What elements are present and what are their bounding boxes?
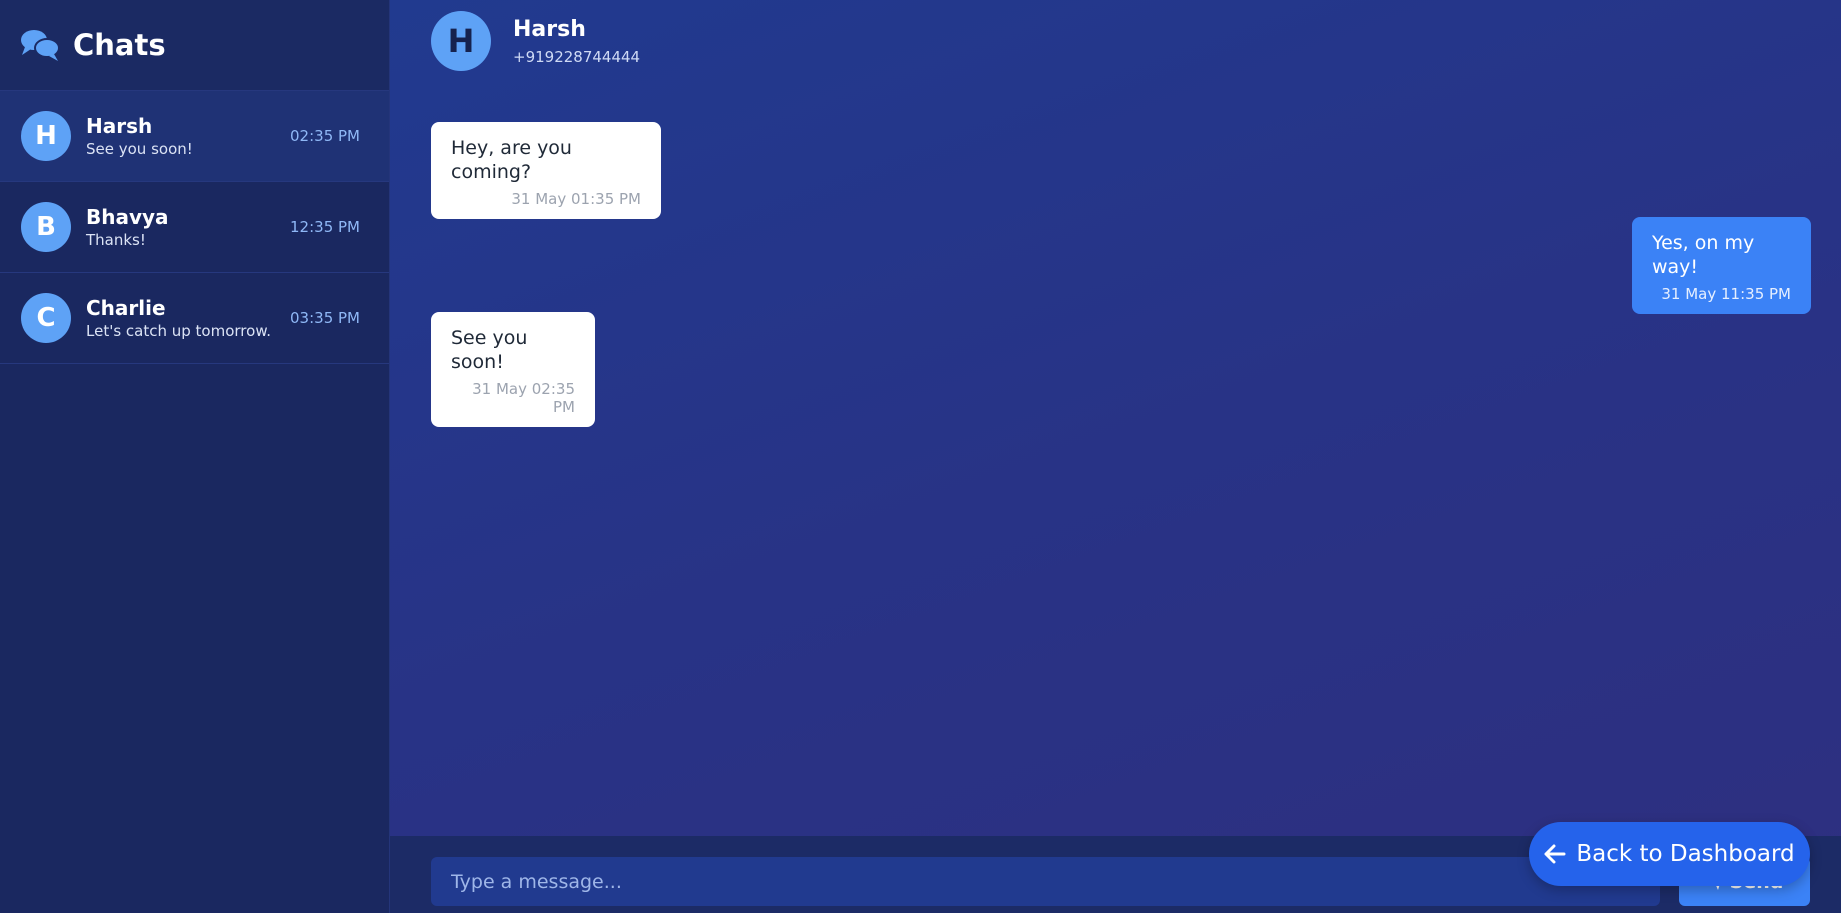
chat-info: Charlie Let's catch up tomorrow.: [86, 296, 290, 340]
chat-name: Harsh: [86, 114, 153, 138]
message-time: 31 May 02:35 PM: [472, 380, 575, 416]
sidebar-title: Chats: [73, 28, 166, 62]
message-input[interactable]: [431, 857, 1660, 906]
message-bubble-incoming: See you soon! 31 May 02:35 PM: [431, 312, 595, 427]
chat-preview: Let's catch up tomorrow.: [86, 322, 271, 340]
contact-info: Harsh +919228744444: [513, 17, 640, 66]
chat-time: 03:35 PM: [290, 309, 360, 327]
chat-name: Charlie: [86, 296, 166, 320]
sidebar-header: Chats: [0, 0, 389, 91]
message-text: Hey, are you coming?: [451, 137, 572, 183]
chat-time: 02:35 PM: [290, 127, 360, 145]
contact-name: Harsh: [513, 16, 586, 42]
chat-item-harsh[interactable]: H Harsh See you soon! 02:35 PM: [0, 91, 389, 182]
avatar: C: [21, 293, 71, 343]
chat-time: 12:35 PM: [290, 218, 360, 236]
message-text: See you soon!: [451, 327, 528, 373]
contact-phone: +919228744444: [513, 47, 641, 66]
chat-info: Harsh See you soon!: [86, 114, 290, 158]
conversation-panel: H Harsh +919228744444 Hey, are you comin…: [390, 0, 1841, 913]
message-bubble-incoming: Hey, are you coming? 31 May 01:35 PM: [431, 122, 661, 219]
chat-item-charlie[interactable]: C Charlie Let's catch up tomorrow. 03:35…: [0, 273, 389, 364]
avatar: H: [21, 111, 71, 161]
back-to-dashboard-button[interactable]: Back to Dashboard: [1529, 822, 1810, 886]
chat-sidebar: Chats H Harsh See you soon! 02:35 PM B B…: [0, 0, 390, 913]
chat-info: Bhavya Thanks!: [86, 205, 290, 249]
avatar: B: [21, 202, 71, 252]
back-label: Back to Dashboard: [1576, 841, 1795, 867]
chat-preview: Thanks!: [86, 231, 146, 249]
arrow-left-icon: [1544, 844, 1566, 864]
chat-item-bhavya[interactable]: B Bhavya Thanks! 12:35 PM: [0, 182, 389, 273]
conversation-header: H Harsh +919228744444: [431, 11, 640, 71]
contact-avatar: H: [431, 11, 491, 71]
message-time: 31 May 01:35 PM: [511, 190, 641, 208]
chat-bubbles-icon: [20, 28, 60, 62]
message-text: Yes, on my way!: [1652, 232, 1755, 278]
chat-name: Bhavya: [86, 205, 169, 229]
chat-preview: See you soon!: [86, 140, 193, 158]
message-bubble-outgoing: Yes, on my way! 31 May 11:35 PM: [1632, 217, 1811, 314]
message-time: 31 May 11:35 PM: [1661, 285, 1791, 303]
